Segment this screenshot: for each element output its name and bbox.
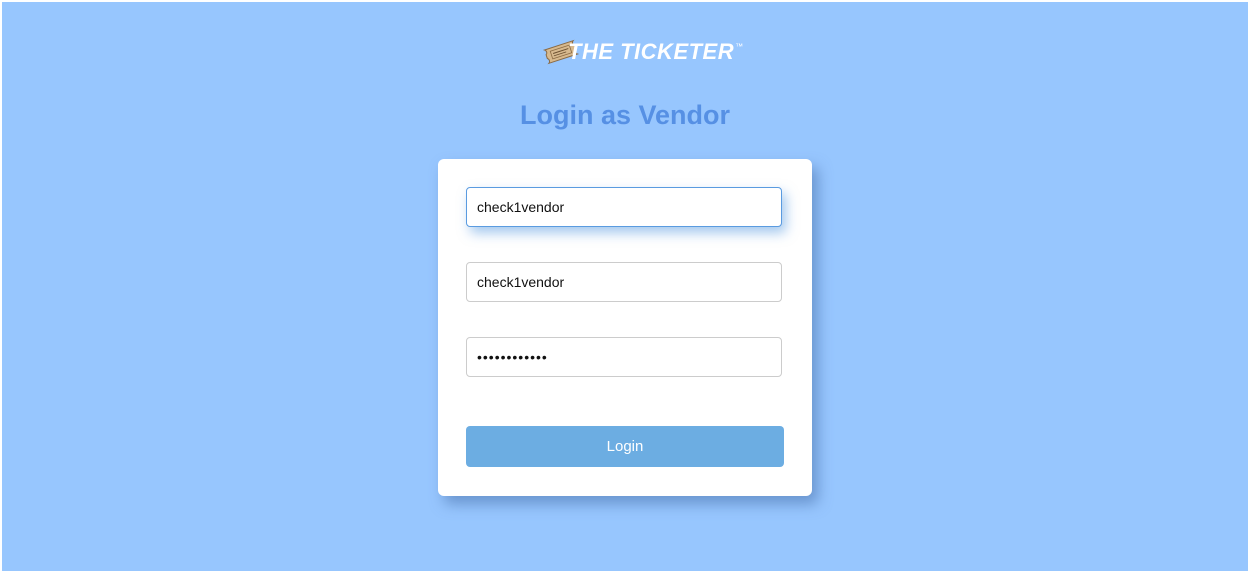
- logo-text: THE TICKETER: [568, 39, 735, 64]
- login-button[interactable]: Login: [466, 426, 784, 467]
- trademark-symbol: ™: [735, 41, 744, 51]
- login-card: Login: [438, 159, 812, 496]
- username-input[interactable]: [466, 262, 782, 302]
- page-background: THE TICKETER ™ Login as Vendor Login: [2, 2, 1248, 571]
- vendor-id-input[interactable]: [466, 187, 782, 227]
- brand-logo[interactable]: THE TICKETER ™: [542, 32, 743, 72]
- password-input[interactable]: [466, 337, 782, 377]
- page-title: Login as Vendor: [519, 100, 731, 130]
